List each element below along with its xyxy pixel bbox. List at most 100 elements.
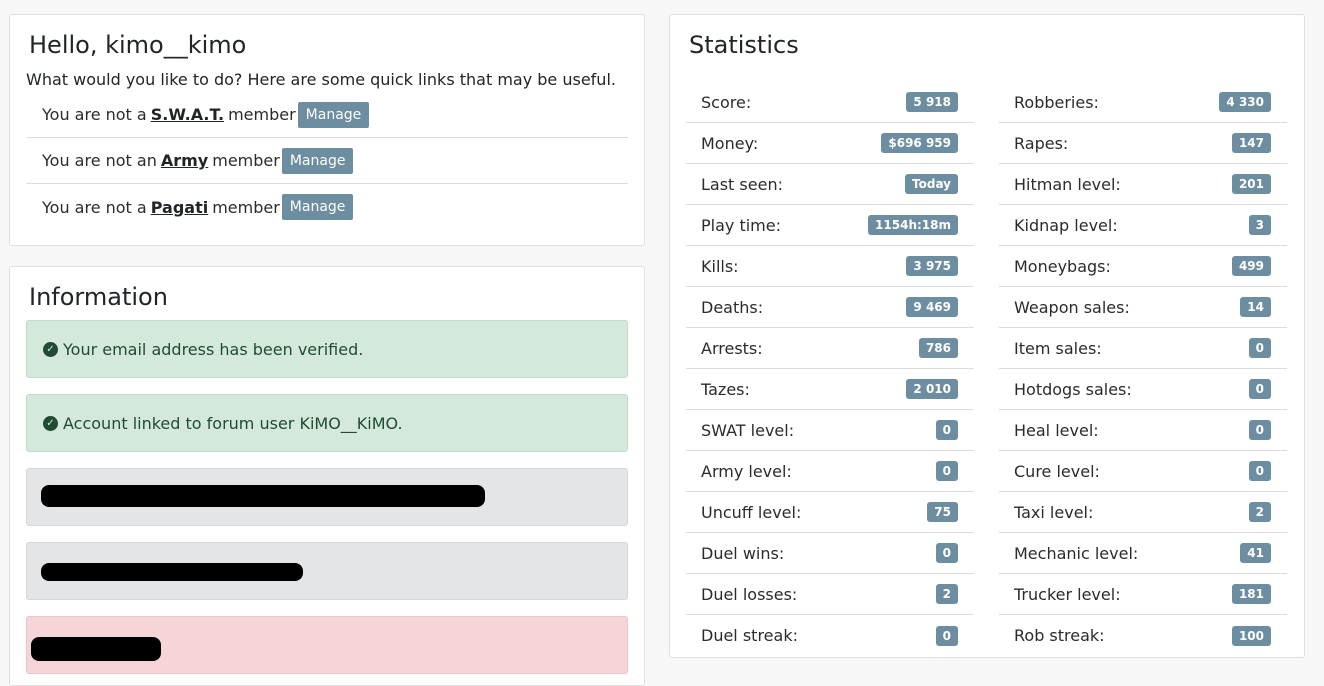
statistics-title: Statistics xyxy=(689,31,799,59)
email-verified-alert: ✓ Your email address has been verified. xyxy=(26,320,628,378)
redacted-alert-1 xyxy=(26,468,628,526)
stat-row: Weapon sales: 14 xyxy=(999,287,1287,328)
stat-value-badge: 75 xyxy=(927,502,958,522)
membership-suffix: member xyxy=(212,197,280,217)
stat-row: Hotdogs sales: 0 xyxy=(999,369,1287,410)
stat-value-badge: 0 xyxy=(1248,461,1271,481)
stat-label: Trucker level: xyxy=(1014,584,1121,604)
redaction-mark xyxy=(31,637,161,661)
stat-label: Uncuff level: xyxy=(701,502,802,522)
stat-label: Duel losses: xyxy=(701,584,798,604)
stat-value-badge: 2 xyxy=(1248,502,1271,522)
membership-suffix: member xyxy=(212,151,280,170)
redacted-alert-2 xyxy=(26,542,628,600)
stat-label: Taxi level: xyxy=(1014,502,1094,522)
stat-value-badge: 41 xyxy=(1240,543,1271,563)
stat-value-badge: 3 xyxy=(1248,215,1271,235)
stat-row: Duel wins: 0 xyxy=(686,533,974,574)
stat-value-badge: 499 xyxy=(1231,256,1271,276)
membership-prefix: You are not an xyxy=(42,151,157,170)
stat-row: Hitman level: 201 xyxy=(999,164,1287,205)
redacted-danger-alert xyxy=(26,616,628,674)
stat-row: Last seen: Today xyxy=(686,164,974,205)
stat-row: Moneybags: 499 xyxy=(999,246,1287,287)
stat-label: Duel wins: xyxy=(701,543,785,563)
stat-value-badge: 0 xyxy=(935,625,958,646)
hello-card: Hello, kimo__kimo What would you like to… xyxy=(9,14,645,246)
stat-row: Cure level: 0 xyxy=(999,451,1287,492)
stat-value-badge: 14 xyxy=(1240,297,1271,317)
stat-row: Rob streak: 100 xyxy=(999,615,1287,656)
redaction-mark xyxy=(41,563,303,581)
stat-row: Money: $696 959 xyxy=(686,123,974,164)
army-membership-row: You are not an Army member Manage xyxy=(26,138,628,184)
swat-group-link[interactable]: S.W.A.T. xyxy=(151,105,224,124)
stat-label: Money: xyxy=(701,133,759,153)
statistics-card: Statistics Score: 5 918 Money: $696 959 Last… xyxy=(669,14,1305,658)
stat-value-badge: Today xyxy=(905,174,958,194)
stat-label: Last seen: xyxy=(701,174,783,194)
stat-row: Heal level: 0 xyxy=(999,410,1287,451)
stats-left-column: Score: 5 918 Money: $696 959 Last seen: Today… xyxy=(686,82,974,656)
stat-row: Kills: 3 975 xyxy=(686,246,974,287)
stat-row: Deaths: 9 469 xyxy=(686,287,974,328)
stat-label: Mechanic level: xyxy=(1014,543,1139,563)
stat-row: Taxi level: 2 xyxy=(999,492,1287,533)
stat-value-badge: 147 xyxy=(1231,133,1271,153)
swat-manage-button[interactable]: Manage xyxy=(297,101,370,128)
stat-label: Rapes: xyxy=(1014,133,1069,153)
pagati-membership-row: You are not a Pagati member Manage xyxy=(26,184,628,230)
stat-value-badge: $696 959 xyxy=(881,133,958,153)
stat-value-badge: 181 xyxy=(1231,584,1271,604)
stat-row: Score: 5 918 xyxy=(686,82,974,123)
army-group-link[interactable]: Army xyxy=(161,151,208,170)
intro-text: What would you like to do? Here are some… xyxy=(26,70,616,89)
stat-label: Item sales: xyxy=(1014,338,1102,358)
stat-label: Play time: xyxy=(701,215,781,235)
stat-value-badge: 9 469 xyxy=(906,297,958,317)
pagati-group-link[interactable]: Pagati xyxy=(151,198,208,217)
stat-label: Weapon sales: xyxy=(1014,297,1130,317)
stat-label: Kidnap level: xyxy=(1014,215,1118,235)
stat-label: Tazes: xyxy=(701,379,750,399)
stat-value-badge: 0 xyxy=(935,461,958,481)
forum-linked-alert: ✓ Account linked to forum user KiMO__KiM… xyxy=(26,394,628,452)
alert-text: Account linked to forum user KiMO__KiMO. xyxy=(63,413,403,433)
stat-label: Deaths: xyxy=(701,297,764,317)
stat-label: Army level: xyxy=(701,461,792,481)
stat-value-badge: 786 xyxy=(918,338,958,358)
stat-label: Arrests: xyxy=(701,338,763,358)
stat-label: SWAT level: xyxy=(701,420,795,440)
redaction-mark xyxy=(41,485,485,507)
membership-suffix: member xyxy=(228,105,296,124)
stat-label: Score: xyxy=(701,92,752,112)
stat-label: Hitman level: xyxy=(1014,174,1121,194)
army-manage-button[interactable]: Manage xyxy=(281,147,354,174)
stat-value-badge: 2 010 xyxy=(906,379,958,399)
stat-label: Kills: xyxy=(701,256,739,276)
hello-title: Hello, kimo__kimo xyxy=(29,31,247,59)
pagati-manage-button[interactable]: Manage xyxy=(281,194,354,220)
stat-row: Play time: 1154h:18m xyxy=(686,205,974,246)
stat-label: Moneybags: xyxy=(1014,256,1111,276)
stat-label: Cure level: xyxy=(1014,461,1100,481)
stat-value-badge: 4 330 xyxy=(1219,92,1271,112)
stat-value-badge: 0 xyxy=(1248,420,1271,440)
stats-right-column: Robberies: 4 330 Rapes: 147 Hitman level: 201… xyxy=(999,82,1287,656)
stat-value-badge: 0 xyxy=(935,420,958,440)
stat-row: Kidnap level: 3 xyxy=(999,205,1287,246)
information-title: Information xyxy=(29,283,168,311)
stat-value-badge: 0 xyxy=(935,543,958,563)
stat-value-badge: 1154h:18m xyxy=(868,215,958,235)
stat-row: Rapes: 147 xyxy=(999,123,1287,164)
stat-row: Item sales: 0 xyxy=(999,328,1287,369)
stat-label: Robberies: xyxy=(1014,92,1099,112)
stat-label: Heal level: xyxy=(1014,420,1099,440)
alert-text: Your email address has been verified. xyxy=(63,339,364,359)
stat-label: Hotdogs sales: xyxy=(1014,379,1132,399)
check-circle-icon: ✓ xyxy=(43,415,58,431)
stat-row: Uncuff level: 75 xyxy=(686,492,974,533)
stat-value-badge: 0 xyxy=(1248,379,1271,399)
stat-row: Duel streak: 0 xyxy=(686,615,974,656)
stat-value-badge: 100 xyxy=(1231,625,1271,646)
